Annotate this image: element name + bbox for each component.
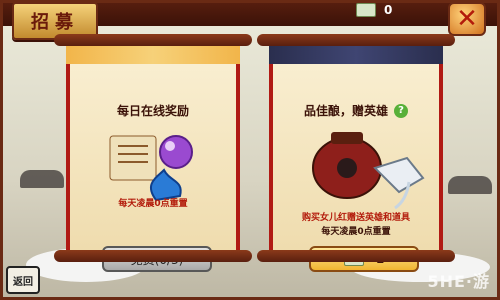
ticket-icon [356,3,376,17]
panel-paper: 品佳酿，赠英雄 ? 购买女儿红赠送英雄和道具 每天凌晨0点重置 1 [269,64,443,272]
panel-paper: 每日在线奖励 每天凌晨0点重置 免费(0/3) [66,64,240,272]
reward-items-icon [109,135,193,202]
currency-display: 0 [356,3,392,17]
panel-banner [269,46,443,64]
watermark: 5HE·游 [427,272,490,291]
help-icon[interactable]: ? [394,103,408,118]
scroll-rod-top [257,34,455,46]
wine-hero-panel: 品佳酿，赠英雄 ? 购买女儿红赠送英雄和道具 每天凌晨0点重置 1 [257,34,455,272]
scroll-rod-top [54,34,252,46]
panel-title: 品佳酿，赠英雄 ? [273,102,439,119]
reset-note: 每天凌晨0点重置 [118,199,188,209]
pagoda-silhouette [20,170,64,188]
pagoda-silhouette [448,176,492,194]
close-icon: ✕ [456,4,478,34]
page-title: 招募 [31,12,79,33]
panel-title: 每日在线奖励 [116,104,189,118]
reset-note: 每天凌晨0点重置 [321,227,391,237]
panel-title-text: 品佳酿，赠英雄 [303,104,388,118]
panel-banner [66,46,240,64]
return-logo-text: 返回 [13,276,33,288]
scroll-rod-bottom [257,250,455,262]
return-logo[interactable]: 返回 [6,266,40,294]
desc-text: 购买女儿红赠送英雄和道具 [301,213,410,223]
scroll-rod-bottom [54,250,252,262]
daily-online-reward-panel: 每日在线奖励 每天凌晨0点重置 免费(0/3) [54,34,252,272]
wine-jar-icon [312,132,425,210]
close-button[interactable]: ✕ [448,2,486,36]
currency-value: 0 [384,3,393,17]
